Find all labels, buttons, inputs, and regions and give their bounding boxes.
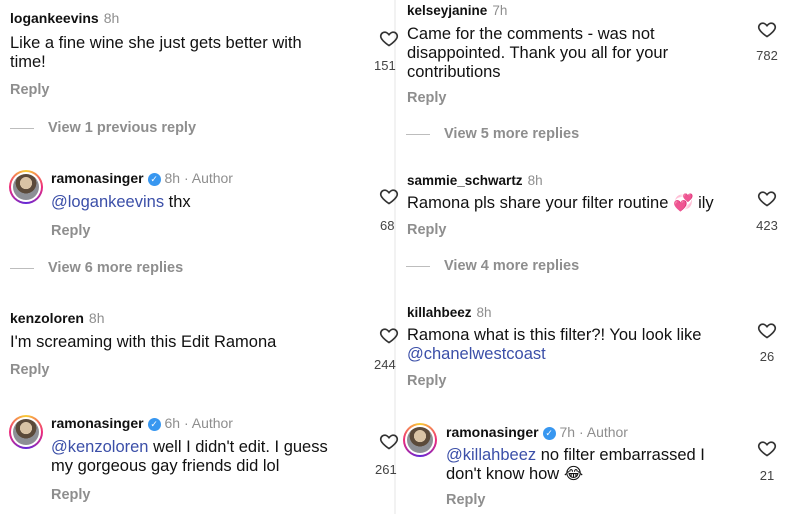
heart-icon[interactable] bbox=[757, 19, 777, 39]
reply-button[interactable]: Reply bbox=[51, 487, 91, 503]
reply-button[interactable]: Reply bbox=[407, 222, 447, 238]
comment-time: 8h bbox=[476, 305, 492, 320]
like-count: 423 bbox=[756, 218, 778, 233]
comment-time: 8h bbox=[527, 173, 543, 188]
avatar[interactable] bbox=[9, 415, 43, 449]
view-replies-button[interactable]: View 6 more replies bbox=[10, 260, 183, 276]
heart-icon[interactable] bbox=[379, 431, 399, 451]
like-count: 26 bbox=[759, 349, 775, 364]
reply-button[interactable]: Reply bbox=[407, 373, 447, 389]
comment-username[interactable]: kelseyjanine 7h bbox=[407, 3, 507, 18]
side-like-count: 151 bbox=[374, 58, 396, 73]
side-like-count: 68 bbox=[380, 218, 395, 233]
comment-text: Like a fine wine she just gets better wi… bbox=[10, 34, 302, 71]
mention-link[interactable]: @kenzoloren bbox=[51, 438, 148, 456]
comment-time: 8h bbox=[88, 310, 105, 326]
tears-of-joy-emoji: 😂 bbox=[563, 465, 584, 483]
reply-text: @logankeevins thx bbox=[51, 193, 191, 211]
comment-username[interactable]: sammie_schwartz 8h bbox=[407, 173, 543, 188]
comment-username[interactable]: kenzoloren 8h bbox=[10, 310, 104, 326]
view-replies-button[interactable]: View 4 more replies bbox=[406, 258, 579, 274]
like-count: 782 bbox=[756, 48, 778, 63]
verified-badge-icon: ✓ bbox=[147, 418, 161, 431]
heart-icon[interactable] bbox=[379, 325, 399, 345]
reply-button[interactable]: Reply bbox=[10, 362, 50, 378]
mention-link[interactable]: @killahbeez bbox=[446, 446, 536, 464]
reply-button[interactable]: Reply bbox=[407, 90, 447, 106]
sparkling-heart-emoji: 💞 bbox=[672, 194, 694, 212]
reply-button[interactable]: Reply bbox=[10, 82, 50, 98]
reply-button[interactable]: Reply bbox=[51, 223, 91, 239]
view-replies-button[interactable]: View 5 more replies bbox=[406, 126, 579, 142]
like-count: 21 bbox=[759, 468, 775, 483]
heart-icon[interactable] bbox=[757, 188, 777, 208]
reply-text: @killahbeez no filter embarrassed I don'… bbox=[446, 446, 705, 483]
reply-text: @kenzoloren well I didn't edit. I guess … bbox=[51, 438, 328, 475]
heart-icon[interactable] bbox=[379, 186, 399, 206]
comment-text: I'm screaming with this Edit Ramona bbox=[10, 333, 277, 351]
mention-link[interactable]: @logankeevins bbox=[51, 193, 164, 211]
comment-username[interactable]: logankeevins 8h bbox=[10, 10, 119, 26]
heart-icon[interactable] bbox=[379, 28, 399, 48]
reply-meta: 6h · Author bbox=[164, 415, 233, 431]
reply-meta: 8h · Author bbox=[164, 170, 233, 186]
mention-link[interactable]: @chanelwestcoast bbox=[407, 345, 546, 363]
comment-time: 8h bbox=[103, 10, 120, 26]
reply-username[interactable]: ramonasinger ✓ 8h · Author bbox=[51, 170, 233, 186]
side-like-count: 261 bbox=[375, 462, 397, 477]
reply-username[interactable]: ramonasinger ✓ 6h · Author bbox=[51, 415, 233, 431]
verified-badge-icon: ✓ bbox=[147, 173, 161, 186]
comment-time: 7h bbox=[492, 3, 508, 18]
heart-icon[interactable] bbox=[757, 320, 777, 340]
avatar[interactable] bbox=[403, 423, 437, 457]
comment-text: Came for the comments - was not disappoi… bbox=[407, 25, 669, 81]
reply-button[interactable]: Reply bbox=[446, 492, 486, 508]
reply-meta: 7h · Author bbox=[559, 424, 628, 440]
verified-badge-icon: ✓ bbox=[542, 427, 556, 440]
view-replies-button[interactable]: View 1 previous reply bbox=[10, 120, 196, 136]
heart-icon[interactable] bbox=[757, 438, 777, 458]
comment-username[interactable]: killahbeez 8h bbox=[407, 305, 492, 320]
comment-text: Ramona what is this filter?! You look li… bbox=[407, 326, 702, 363]
reply-username[interactable]: ramonasinger ✓ 7h · Author bbox=[446, 424, 628, 440]
avatar[interactable] bbox=[9, 170, 43, 204]
comment-text: Ramona pls share your filter routine 💞 i… bbox=[407, 194, 714, 212]
side-like-count: 244 bbox=[374, 357, 396, 372]
